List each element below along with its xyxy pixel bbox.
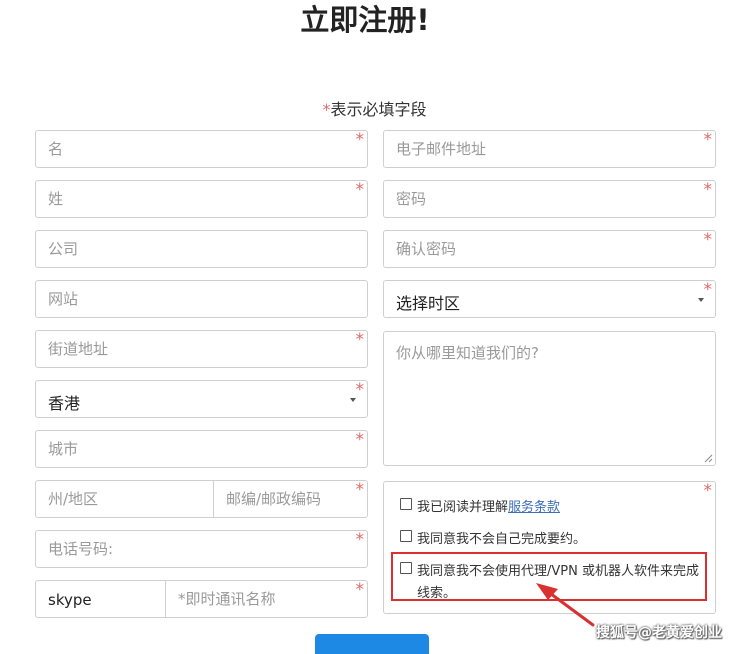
register-submit-button[interactable]: [315, 634, 429, 654]
annotation-arrow-icon: [536, 583, 595, 627]
watermark: 搜狐号@老黄爱创业: [596, 625, 722, 641]
